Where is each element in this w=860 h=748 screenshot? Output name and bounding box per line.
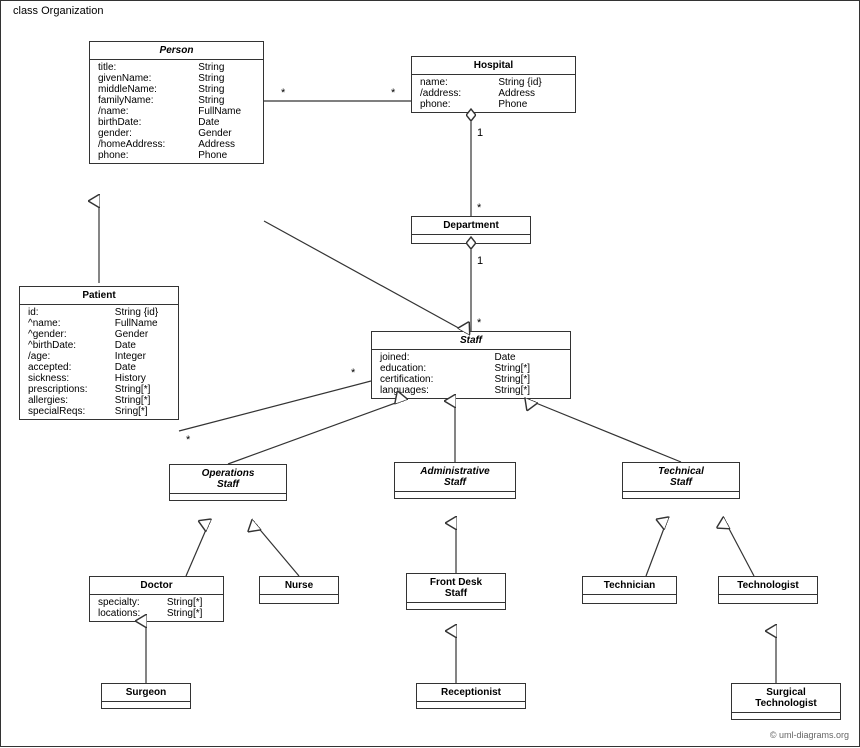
doctor-class: Doctor specialty:String[*] locations:Str…	[89, 576, 224, 622]
patient-header: Patient	[20, 287, 178, 305]
surgical-technologist-class: SurgicalTechnologist	[731, 683, 841, 720]
surgeon-header: Surgeon	[102, 684, 190, 702]
svg-text:*: *	[186, 434, 191, 446]
hospital-body: name:String {id} /address:Address phone:…	[412, 75, 575, 112]
hospital-class: Hospital name:String {id} /address:Addre…	[411, 56, 576, 113]
receptionist-body	[417, 702, 525, 708]
diagram-container: class Organization Person title:String g…	[0, 0, 860, 747]
technologist-header: Technologist	[719, 577, 817, 595]
person-header: Person	[90, 42, 263, 60]
svg-text:1: 1	[477, 127, 483, 139]
staff-class: Staff joined:Date education:String[*] ce…	[371, 331, 571, 399]
technical-staff-class: TechnicalStaff	[622, 462, 740, 499]
doctor-body: specialty:String[*] locations:String[*]	[90, 595, 223, 621]
receptionist-class: Receptionist	[416, 683, 526, 709]
staff-header: Staff	[372, 332, 570, 350]
nurse-header: Nurse	[260, 577, 338, 595]
technologist-class: Technologist	[718, 576, 818, 604]
operations-staff-header: OperationsStaff	[170, 465, 286, 494]
operations-staff-body	[170, 494, 286, 500]
surgical-technologist-header: SurgicalTechnologist	[732, 684, 840, 713]
receptionist-header: Receptionist	[417, 684, 525, 702]
person-body: title:String givenName:String middleName…	[90, 60, 263, 163]
doctor-header: Doctor	[90, 577, 223, 595]
department-body	[412, 235, 530, 243]
administrative-staff-body	[395, 492, 515, 498]
copyright: © uml-diagrams.org	[770, 730, 849, 740]
svg-text:*: *	[477, 317, 482, 329]
technical-staff-header: TechnicalStaff	[623, 463, 739, 492]
svg-text:*: *	[391, 87, 396, 99]
svg-text:*: *	[281, 87, 286, 99]
front-desk-staff-class: Front DeskStaff	[406, 573, 506, 610]
nurse-class: Nurse	[259, 576, 339, 604]
patient-class: Patient id:String {id} ^name:FullName ^g…	[19, 286, 179, 420]
operations-staff-class: OperationsStaff	[169, 464, 287, 501]
technologist-body	[719, 595, 817, 603]
department-class: Department	[411, 216, 531, 244]
administrative-staff-class: AdministrativeStaff	[394, 462, 516, 499]
front-desk-staff-header: Front DeskStaff	[407, 574, 505, 603]
department-header: Department	[412, 217, 530, 235]
hospital-header: Hospital	[412, 57, 575, 75]
svg-text:*: *	[351, 367, 356, 379]
svg-text:1: 1	[477, 255, 483, 267]
person-class: Person title:String givenName:String mid…	[89, 41, 264, 164]
patient-body: id:String {id} ^name:FullName ^gender:Ge…	[20, 305, 178, 419]
technician-body	[583, 595, 676, 603]
nurse-body	[260, 595, 338, 603]
svg-text:*: *	[477, 202, 482, 214]
surgical-technologist-body	[732, 713, 840, 719]
technical-staff-body	[623, 492, 739, 498]
surgeon-body	[102, 702, 190, 708]
surgeon-class: Surgeon	[101, 683, 191, 709]
front-desk-staff-body	[407, 603, 505, 609]
technician-class: Technician	[582, 576, 677, 604]
technician-header: Technician	[583, 577, 676, 595]
staff-body: joined:Date education:String[*] certific…	[372, 350, 570, 398]
diagram-title: class Organization	[9, 5, 108, 17]
administrative-staff-header: AdministrativeStaff	[395, 463, 515, 492]
